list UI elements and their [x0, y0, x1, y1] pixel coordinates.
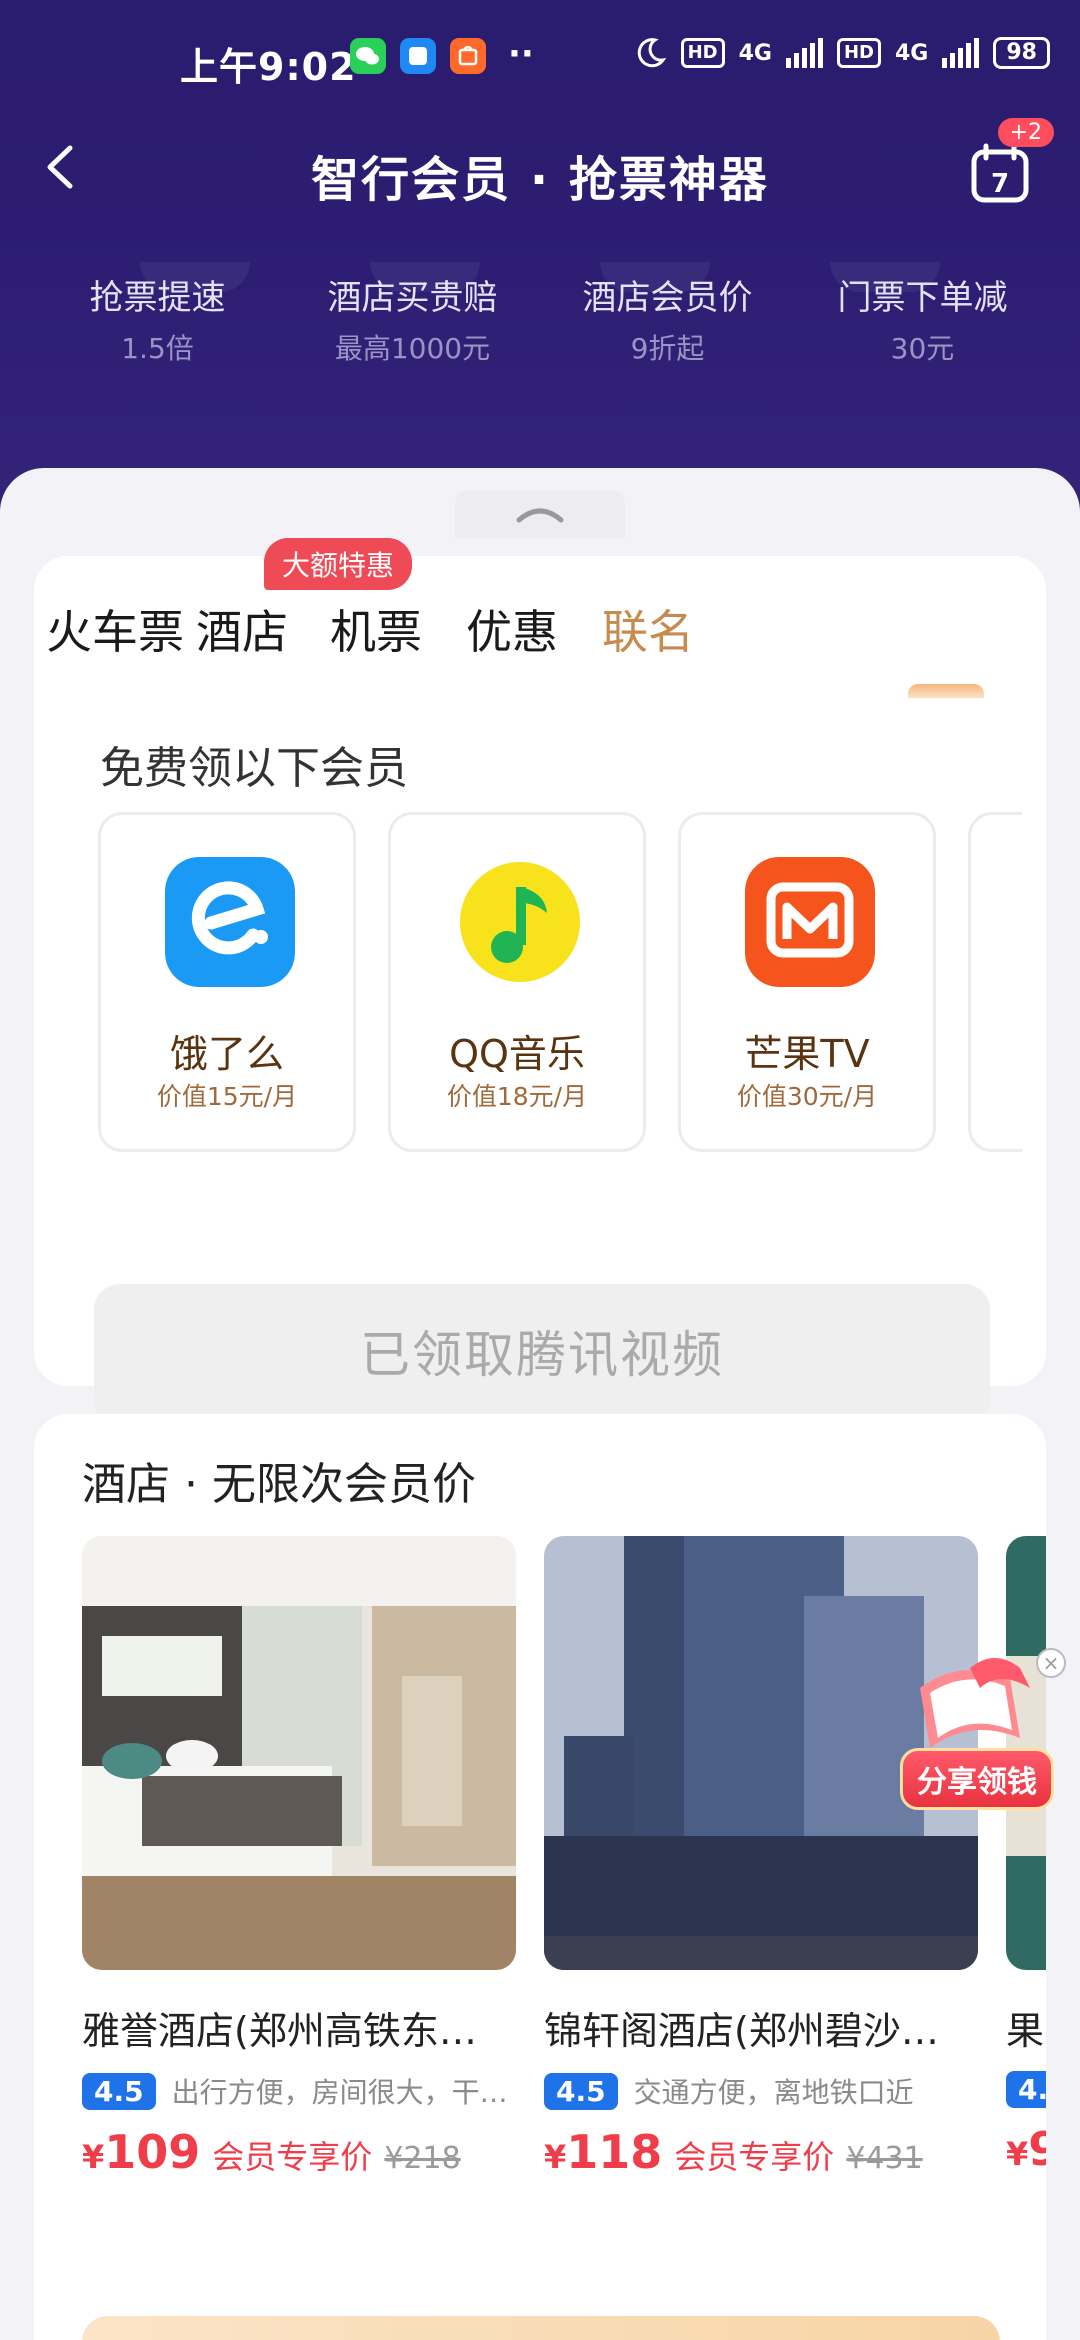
member-price-label: 会员专享价 — [674, 2138, 835, 2176]
benefit-title: 门票下单减 — [837, 278, 1008, 318]
member-value: 价值15元/月 — [156, 1082, 298, 1111]
hotel-room-photo — [82, 1536, 516, 1970]
member-name: 饿了么 — [169, 1032, 284, 1076]
membership-card: 火车票 酒店 机票 优惠 联名 大额特惠 免费领以下会员 饿了么 价值15元/月 — [34, 538, 1046, 1426]
hotel-section-title: 酒店 · 无限次会员价 — [82, 1459, 476, 1510]
tab-train[interactable]: 火车票 — [46, 596, 184, 662]
hotel-name: 雅誉酒店(郑州高铁东… — [82, 2009, 477, 2053]
member-value: 价值30元/月 — [736, 1082, 878, 1111]
mangotv-logo-icon — [745, 857, 875, 987]
member-name: QQ音乐 — [449, 1032, 585, 1076]
hotel-rating: 4.5 — [82, 2072, 156, 2110]
hotel-review: 出行方便，房间很大，干… — [171, 2076, 508, 2109]
benefit-subtitle: 最高1000元 — [334, 332, 491, 365]
qqmusic-logo-icon — [460, 862, 580, 982]
hotel-item-partial[interactable]: 果 4. ¥9 — [1006, 1536, 1046, 2176]
original-price: ¥218 — [384, 2141, 461, 2176]
tab-flight[interactable]: 机票 — [330, 596, 422, 662]
hotel-price-value: 118 — [566, 2125, 663, 2179]
hotel-rating: 4. — [1006, 2071, 1046, 2108]
content-sheet: 火车票 酒店 机票 优惠 联名 大额特惠 免费领以下会员 饿了么 价值15元/月 — [0, 468, 1080, 2340]
member-card-partial[interactable] — [968, 812, 1022, 1152]
signal-icon — [785, 38, 823, 68]
benefit-title: 抢票提速 — [89, 278, 226, 318]
chevron-up-icon — [516, 508, 564, 523]
tab-deals[interactable]: 优惠 — [466, 596, 558, 662]
share-reward-widget[interactable]: × 分享领钱 — [890, 1648, 1070, 1828]
member-list: 饿了么 价值15元/月 QQ音乐 价值18元/月 芒果TV 价值30元/月 — [98, 812, 1022, 1156]
hotel-rating: 4.5 — [544, 2072, 618, 2110]
page-title: 智行会员 · 抢票神器 — [311, 152, 769, 208]
wechat-icon — [350, 38, 386, 74]
signal-icon-2 — [942, 38, 980, 68]
hotel-item[interactable]: 锦轩阁酒店(郑州碧沙… 4.5 交通方便，离地铁口近 ¥118 会员专享价 ¥4… — [544, 1536, 978, 2179]
status-bar: 上午9:02 ·· HD 4G HD 4G 98 — [0, 30, 1080, 90]
collapse-handle[interactable] — [455, 490, 625, 538]
benefit-item[interactable]: 酒店买贵赔 最高1000元 — [285, 270, 540, 367]
member-card-qqmusic[interactable]: QQ音乐 价值18元/月 — [388, 812, 646, 1152]
hotel-name: 果 — [1006, 2009, 1045, 2053]
benefit-subtitle: 30元 — [890, 332, 955, 365]
original-price: ¥431 — [846, 2141, 923, 2176]
benefit-title: 酒店买贵赔 — [327, 278, 498, 318]
member-card-eleme[interactable]: 饿了么 价值15元/月 — [98, 812, 356, 1152]
category-tabs: 火车票 酒店 机票 优惠 联名 大额特惠 — [34, 538, 1046, 698]
free-members-title: 免费领以下会员 — [100, 743, 408, 794]
nav-bar: 智行会员 · 抢票神器 7 +2 — [0, 118, 1080, 210]
calendar-icon[interactable]: 7 — [970, 142, 1030, 204]
close-icon[interactable]: × — [1036, 1648, 1066, 1678]
eleme-logo-icon — [165, 857, 295, 987]
store-app-icon — [450, 38, 486, 74]
hotel-name: 锦轩阁酒店(郑州碧沙… — [544, 2009, 939, 2053]
benefits-row: 抢票提速 1.5倍 酒店买贵赔 最高1000元 酒店会员价 9折起 门票下单减 … — [30, 270, 1050, 367]
member-value: 价值18元/月 — [446, 1082, 588, 1111]
benefit-title: 酒店会员价 — [582, 278, 753, 318]
tab-cobrand[interactable]: 联名 — [602, 596, 694, 662]
benefit-item[interactable]: 抢票提速 1.5倍 — [30, 270, 285, 367]
hotel-price-value: 109 — [104, 2125, 201, 2179]
benefit-subtitle: 9折起 — [630, 332, 705, 365]
member-name: 芒果TV — [744, 1032, 870, 1076]
more-notifications-icon: ·· — [508, 34, 534, 74]
network-type: 4G — [738, 40, 772, 66]
hotel-price: ¥118 — [544, 2125, 663, 2179]
hd-icon-2: HD — [836, 38, 881, 68]
benefit-subtitle: 1.5倍 — [121, 332, 194, 365]
battery-icon: 98 — [993, 37, 1050, 69]
view-hotel-deals-button[interactable]: 查看大额优惠酒店 — [82, 2316, 1000, 2340]
hotel-card: 酒店 · 无限次会员价 雅誉酒店(郑州高铁东… 4.5 出行方便，房间很大，干…… — [34, 1414, 1046, 2340]
hotel-item[interactable]: 雅誉酒店(郑州高铁东… 4.5 出行方便，房间很大，干… ¥109 会员专享价 … — [82, 1536, 516, 2179]
network-type-2: 4G — [895, 40, 929, 66]
hd-icon: HD — [680, 38, 725, 68]
calendar-day: 7 — [991, 169, 1009, 199]
promo-tag: 大额特惠 — [264, 538, 413, 590]
hotel-review: 交通方便，离地铁口近 — [633, 2076, 914, 2109]
hotel-price-value: 9 — [1028, 2122, 1046, 2176]
chat-app-icon — [400, 38, 436, 74]
hotel-price: ¥109 — [82, 2125, 201, 2179]
calendar-badge: +2 — [997, 118, 1054, 147]
tab-hotel[interactable]: 酒店 — [196, 596, 288, 662]
member-price-label: 会员专享价 — [212, 2138, 373, 2176]
moon-icon — [637, 38, 666, 68]
share-reward-label: 分享领钱 — [900, 1748, 1054, 1810]
claimed-button[interactable]: 已领取腾讯视频 — [94, 1284, 990, 1426]
status-time: 上午9:02 — [180, 45, 357, 89]
active-tab-indicator — [908, 684, 984, 698]
member-card-mangotv[interactable]: 芒果TV 价值30元/月 — [678, 812, 936, 1152]
hotel-price: ¥9 — [1006, 2122, 1046, 2176]
benefit-item[interactable]: 门票下单减 30元 — [795, 270, 1050, 367]
benefit-item[interactable]: 酒店会员价 9折起 — [540, 270, 795, 367]
